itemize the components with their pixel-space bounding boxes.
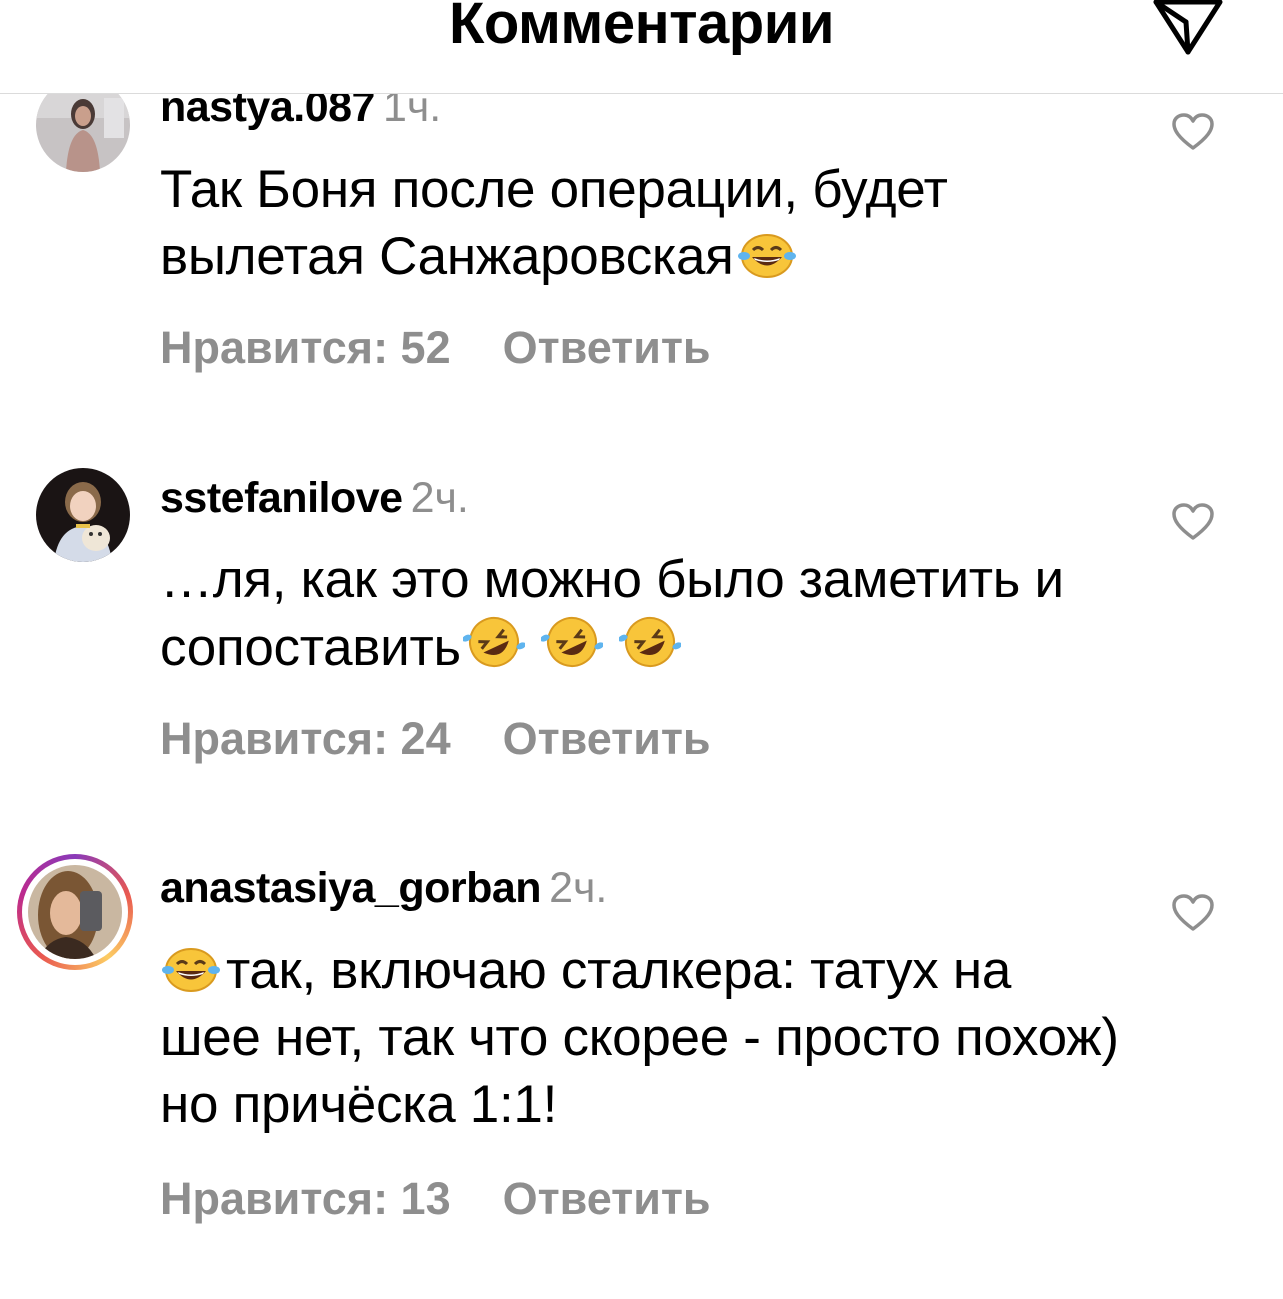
comment-item: anastasiya_gorban 2ч. так, включаю сталке… xyxy=(0,0,1283,1299)
username[interactable]: anastasiya_gorban xyxy=(160,864,542,912)
page-title: Комментарии xyxy=(448,0,835,56)
reply-button[interactable]: Ответить xyxy=(503,1173,711,1225)
timestamp: 2ч. xyxy=(549,864,608,912)
story-ring[interactable] xyxy=(17,854,133,970)
comment-actions: Нравится: 13 Ответить xyxy=(160,1173,711,1225)
comments-header: Комментарии xyxy=(0,0,1283,94)
paper-plane-icon[interactable] xyxy=(1150,0,1226,56)
comment-text-body: так, включаю сталкера: татух на шее нет,… xyxy=(160,941,1119,1134)
likes-count[interactable]: Нравится: 13 xyxy=(160,1173,451,1225)
comment-text: так, включаю сталкера: татух на шее нет,… xyxy=(160,937,1120,1138)
avatar[interactable] xyxy=(28,865,122,959)
face-with-tears-of-joy-emoji xyxy=(162,948,220,992)
heart-icon[interactable] xyxy=(1172,894,1214,932)
comment-meta: anastasiya_gorban 2ч. xyxy=(160,864,607,922)
comments-list: nastya.087 1ч. Так Боня после операции, б… xyxy=(0,0,1283,1299)
